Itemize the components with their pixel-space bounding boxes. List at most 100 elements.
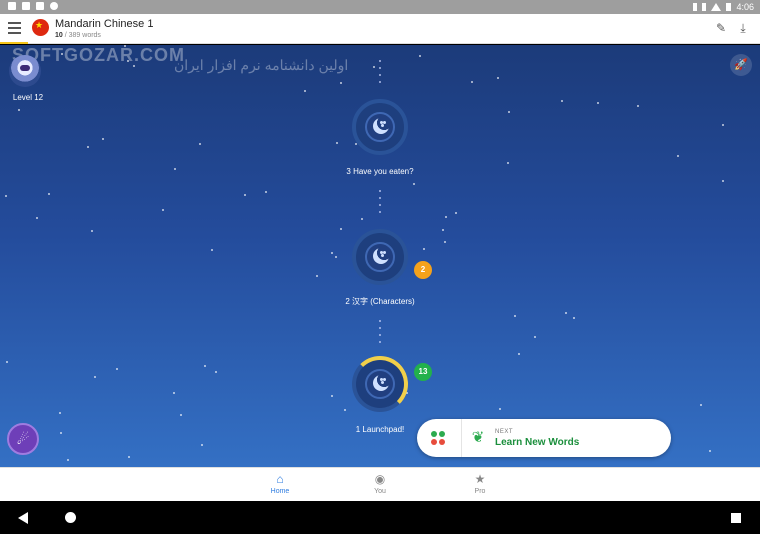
review-badge-2: 2	[414, 261, 432, 279]
words-count: 10 / 389 words	[55, 32, 101, 39]
recents-icon[interactable]	[731, 513, 741, 523]
star	[204, 365, 206, 367]
star	[423, 248, 425, 250]
rocket-icon[interactable]: 🚀	[730, 54, 752, 76]
app-header: Mandarin Chinese 1 10 / 389 words ✎ ⤓	[0, 14, 760, 44]
watermark-tagline: اولین دانشنامه نرم افزار ایران	[174, 57, 349, 73]
level-label-2: 2 汉字 (Characters)	[345, 297, 415, 306]
star	[722, 180, 724, 182]
next-eyebrow: NEXT	[495, 429, 514, 435]
person-icon: ◉	[374, 472, 386, 486]
level-node-1[interactable]	[352, 356, 408, 412]
star	[162, 209, 164, 211]
course-title[interactable]: Mandarin Chinese 1	[55, 18, 153, 30]
star	[59, 412, 61, 414]
star	[442, 229, 444, 231]
words-learned: 10	[55, 32, 63, 39]
star	[722, 124, 724, 126]
sprout-icon: ❦	[471, 429, 485, 446]
star	[637, 105, 639, 107]
star	[91, 230, 93, 232]
tab-pro-label: Pro	[474, 488, 486, 495]
star	[444, 241, 446, 243]
star	[128, 456, 130, 458]
star	[561, 100, 563, 102]
review-badge-1: 13	[414, 363, 432, 381]
notification-icons	[8, 2, 58, 10]
star	[36, 217, 38, 219]
path-connector	[376, 60, 384, 90]
star	[316, 275, 318, 277]
status-time: 4:06	[736, 2, 754, 12]
course-progress-bar	[0, 42, 28, 44]
star	[340, 228, 342, 230]
level-map: SOFTGOZAR.COM اولین دانشنامه نرم افزار ا…	[0, 45, 760, 467]
vibrate-icon	[702, 3, 707, 11]
star	[507, 162, 509, 164]
star	[244, 194, 246, 196]
path-connector	[376, 320, 384, 350]
star	[94, 376, 96, 378]
star	[6, 361, 8, 363]
star	[534, 336, 536, 338]
star	[573, 317, 575, 319]
notification-icon	[50, 2, 58, 10]
status-bar: 4:06	[0, 0, 760, 14]
level-label-3: 3 Have you eaten?	[346, 167, 414, 176]
edit-pencil-icon[interactable]: ✎	[714, 21, 728, 35]
download-icon[interactable]: ⤓	[736, 21, 750, 35]
next-action-card[interactable]: ❦ NEXT Learn New Words	[417, 419, 671, 457]
star	[48, 193, 50, 195]
star	[565, 312, 567, 314]
star-icon: ★	[474, 472, 486, 486]
tab-home-label: Home	[270, 488, 290, 495]
comet-icon[interactable]: ☄	[7, 423, 39, 455]
star	[455, 212, 457, 214]
star	[373, 66, 375, 68]
notification-icon	[22, 2, 30, 10]
star	[335, 256, 337, 258]
star	[419, 55, 421, 57]
level-node-2[interactable]	[352, 229, 408, 285]
star	[116, 368, 118, 370]
path-connector	[376, 190, 384, 220]
star	[102, 138, 104, 140]
star	[215, 371, 217, 373]
hamburger-menu-icon[interactable]	[8, 22, 21, 34]
star	[304, 90, 306, 92]
star	[180, 414, 182, 416]
words-total: / 389 words	[64, 32, 101, 39]
home-circle-icon[interactable]	[65, 512, 76, 523]
astronaut-avatar[interactable]	[9, 55, 41, 87]
notification-icon	[36, 2, 44, 10]
bottom-tab-bar: ⌂ Home ◉ You ★ Pro	[0, 467, 760, 501]
star	[709, 450, 711, 452]
notification-icon	[8, 2, 16, 10]
star	[211, 249, 213, 251]
star	[60, 432, 62, 434]
level-node-3[interactable]	[352, 99, 408, 155]
star	[445, 216, 447, 218]
star	[597, 102, 599, 104]
star	[336, 142, 338, 144]
star	[331, 252, 333, 254]
back-icon[interactable]	[18, 512, 28, 524]
star	[508, 111, 510, 113]
star	[497, 77, 499, 79]
planet-icon	[373, 375, 389, 391]
tab-you[interactable]: ◉ You	[350, 472, 410, 495]
star	[265, 191, 267, 193]
card-divider	[461, 419, 462, 457]
star	[87, 146, 89, 148]
battery-icon	[726, 3, 732, 11]
star	[518, 353, 520, 355]
star	[331, 395, 333, 397]
tab-home[interactable]: ⌂ Home	[250, 472, 310, 495]
star	[700, 404, 702, 406]
star	[340, 82, 342, 84]
wifi-icon	[711, 3, 722, 11]
learn-new-words-button[interactable]: Learn New Words	[495, 437, 579, 448]
system-icons: 4:06	[693, 2, 754, 12]
tab-pro[interactable]: ★ Pro	[450, 472, 510, 495]
star	[199, 143, 201, 145]
